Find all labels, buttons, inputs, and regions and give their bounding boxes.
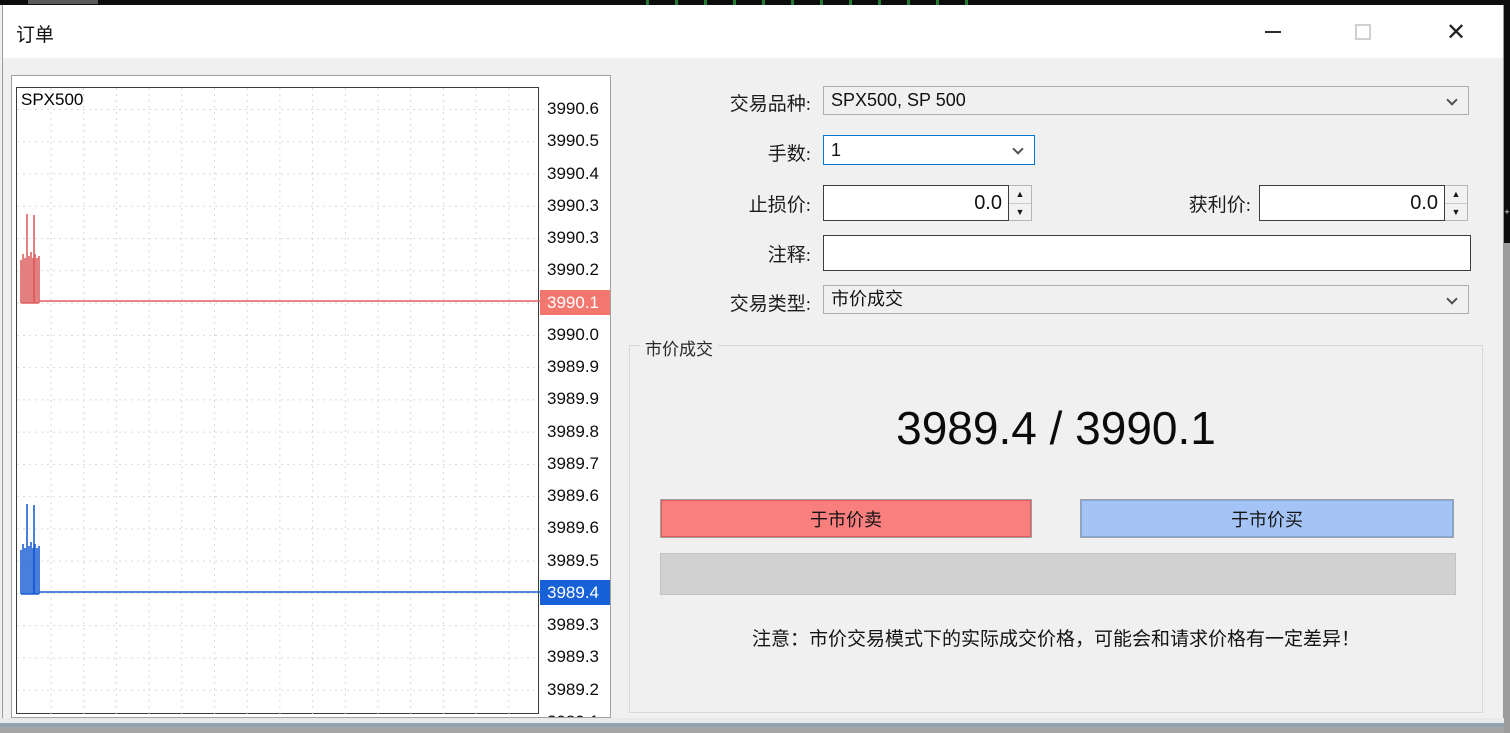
screen: + 订单 ✕ SPX500 3990.63990.53990.43990.339… [0,0,1510,733]
price-axis-label: 3989.7 [540,451,610,476]
maximize-icon [1355,24,1371,40]
background-app-bottom-strip [0,727,1504,733]
tick-chart-panel: SPX500 3990.63990.53990.43990.33990.3399… [11,75,611,718]
sell-by-market-button[interactable]: 于市价卖 [660,499,1032,538]
chart-symbol-label: SPX500 [21,90,83,110]
comment-label: 注释: [625,240,811,267]
window-title: 订单 [16,20,54,47]
background-app-right-scrollbar [1504,243,1510,733]
buy-by-market-button[interactable]: 于市价买 [1080,499,1454,538]
price-axis-label: 3990.4 [540,161,610,186]
tick-chart-svg [17,88,540,715]
market-note-text: 注意：市价交易模式下的实际成交价格，可能会和请求价格有一定差异！ [630,624,1482,651]
chevron-down-icon [1446,293,1457,304]
trade-type-select[interactable]: 市价成交 [823,285,1469,314]
title-bar[interactable]: 订单 ✕ [3,5,1503,58]
stop-loss-spinner: 0.0 ▲ ▼ [823,185,1032,221]
trade-type-label: 交易类型: [625,289,811,316]
price-axis-label: 3989.6 [540,483,610,508]
background-plus-mark: + [1504,208,1510,217]
disabled-progress-bar [660,553,1456,595]
price-axis-label: 3990.6 [540,96,610,121]
background-app-right-strip: + [1504,0,1510,243]
volume-value: 1 [831,140,841,160]
bid-price-label: 3989.4 [540,580,610,605]
price-axis-label: 3989.9 [540,386,610,411]
comment-input[interactable] [823,235,1471,271]
volume-label: 手数: [625,139,811,166]
dialog-body: SPX500 3990.63990.53990.43990.33990.3399… [3,58,1503,718]
take-profit-down-button[interactable]: ▼ [1445,204,1467,221]
price-axis: 3990.6 3990.5 3990.4 3990.3 3990.3 3990.2 3990… [540,76,611,718]
bid-ask-quote: 3989.4 / 3990.1 [630,401,1482,455]
price-axis-label: 3990.2 [540,257,610,282]
take-profit-input[interactable]: 0.0 [1259,185,1445,221]
price-axis-label: 3989.2 [540,677,610,702]
price-axis-label: 3989.6 [540,515,610,540]
price-axis-label: 3989.8 [540,419,610,444]
take-profit-label: 获利价: [1065,190,1251,217]
symbol-select-value: SPX500, SP 500 [831,90,966,110]
price-axis-label: 3989.3 [540,612,610,637]
take-profit-up-button[interactable]: ▲ [1445,186,1467,204]
price-axis-label: 3989.3 [540,644,610,669]
price-axis-label: 3990.5 [540,128,610,153]
chevron-down-icon [1446,94,1457,105]
close-button[interactable]: ✕ [1436,17,1476,47]
chevron-down-icon [1012,143,1023,154]
ask-price-label: 3990.1 [540,290,610,315]
stop-loss-up-button[interactable]: ▲ [1009,186,1031,204]
order-dialog: 订单 ✕ SPX500 3990.63990.53990.43990.33990… [2,5,1504,718]
tick-chart-plot: SPX500 [16,87,539,714]
symbol-label: 交易品种: [625,89,811,116]
groupbox-title: 市价成交 [640,335,718,360]
price-axis-label: 3989.1 [540,709,610,718]
stop-loss-down-button[interactable]: ▼ [1009,204,1031,221]
maximize-button[interactable] [1343,17,1383,47]
volume-combobox[interactable]: 1 [823,135,1035,165]
price-axis-label: 3990.3 [540,225,610,250]
price-axis-label: 3990.0 [540,322,610,347]
stop-loss-label: 止损价: [625,190,811,217]
take-profit-spinner: 0.0 ▲ ▼ [1259,185,1468,221]
minimize-button[interactable] [1253,17,1293,47]
stop-loss-input[interactable]: 0.0 [823,185,1009,221]
market-execution-groupbox: 市价成交 3989.4 / 3990.1 于市价卖 于市价买 注意：市价交易模式… [629,345,1483,713]
price-axis-label: 3989.5 [540,548,610,573]
background-app-fragment [28,0,98,4]
symbol-select[interactable]: SPX500, SP 500 [823,86,1469,115]
minimize-icon [1265,31,1281,33]
price-axis-label: 3990.3 [540,193,610,218]
trade-type-value: 市价成交 [831,289,903,309]
price-axis-label: 3989.9 [540,354,610,379]
